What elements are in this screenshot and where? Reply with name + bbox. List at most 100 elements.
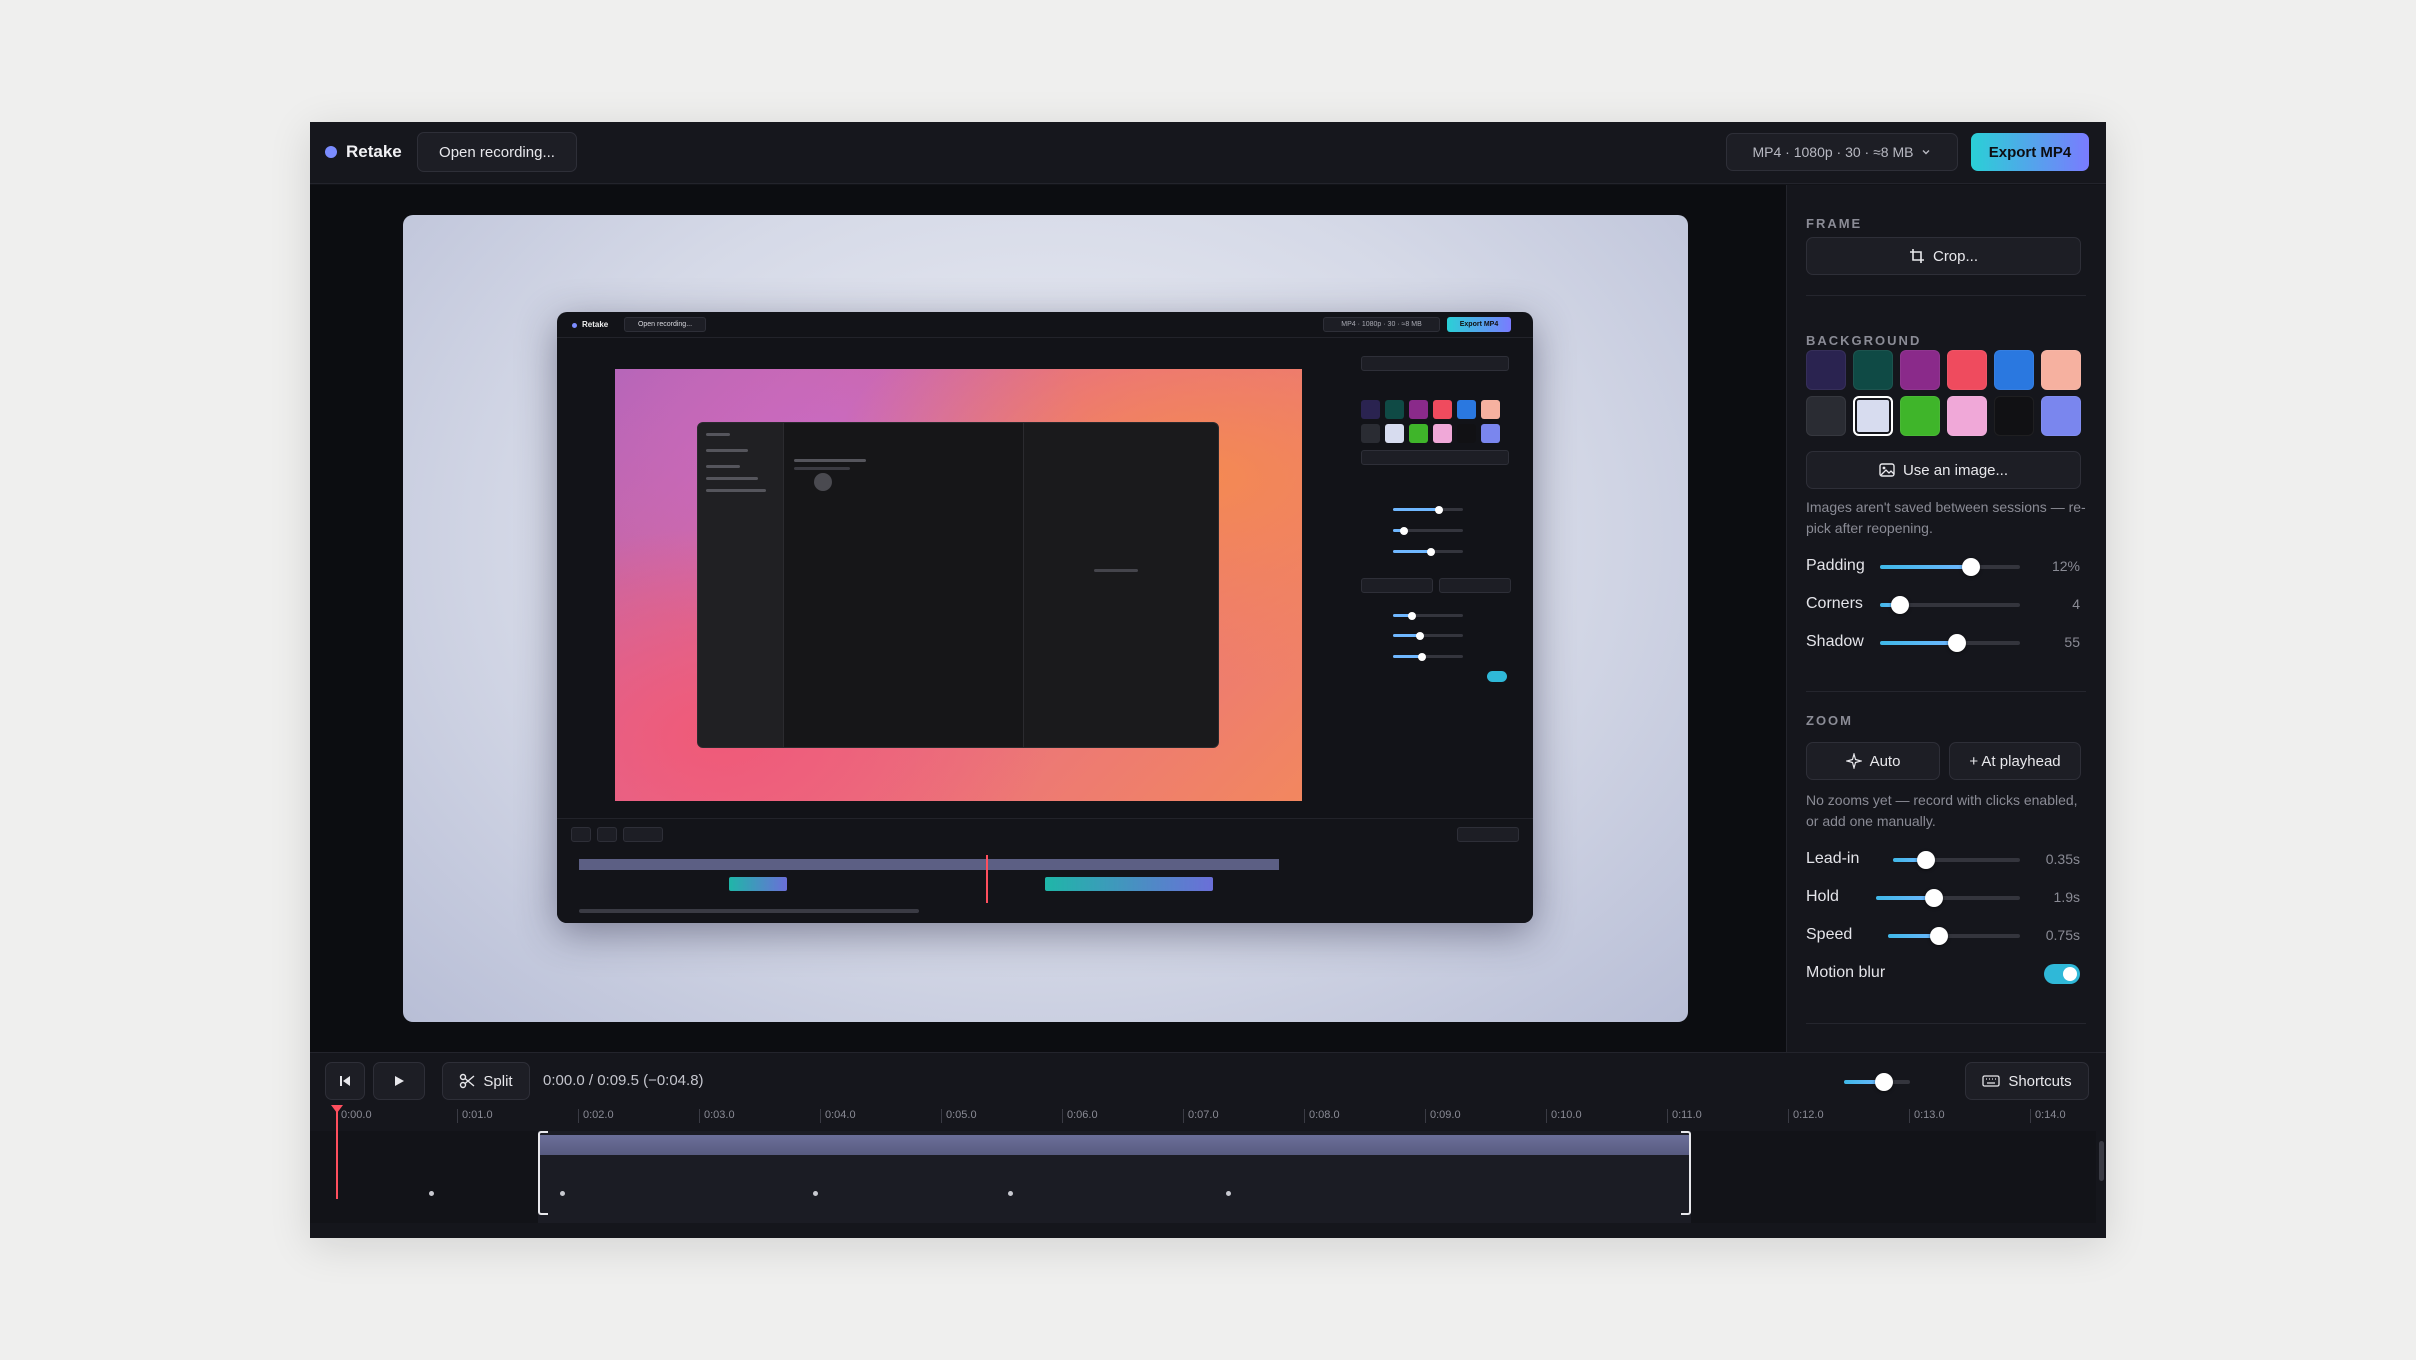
preview-split-button <box>623 827 663 842</box>
lead-in-value: 0.35s <box>2045 851 2080 867</box>
shadow-slider-fill <box>1880 641 1957 645</box>
speed-slider-knob[interactable] <box>1930 927 1949 945</box>
shortcuts-button[interactable]: Shortcuts <box>1965 1062 2089 1100</box>
preview-line <box>706 433 730 436</box>
preview-swatch <box>1385 424 1404 443</box>
ruler-tick: 0:13.0 <box>1909 1109 1945 1123</box>
preview-swatch <box>1433 424 1452 443</box>
export-mp4-button[interactable]: Export MP4 <box>1971 133 2089 171</box>
background-swatch-magenta[interactable] <box>1900 350 1940 390</box>
ruler-tick: 0:12.0 <box>1788 1109 1824 1123</box>
preview-use-image-button <box>1361 450 1509 465</box>
play-button[interactable] <box>373 1062 425 1100</box>
padding-slider[interactable] <box>1880 558 2020 576</box>
background-swatch-deep-teal[interactable] <box>1853 350 1893 390</box>
auto-zoom-button[interactable]: Auto <box>1806 742 1940 780</box>
preview-slider-knob <box>1416 632 1424 640</box>
preview-at-playhead-button <box>1439 578 1511 593</box>
background-swatch-deep-indigo[interactable] <box>1806 350 1846 390</box>
speed-slider[interactable] <box>1888 927 2020 945</box>
preview-play-button <box>597 827 617 842</box>
padding-slider-knob[interactable] <box>1962 558 1980 576</box>
preview-swatch <box>1457 424 1476 443</box>
export-format-dropdown[interactable]: MP4 · 1080p · 30 · ≈8 MB <box>1726 133 1958 171</box>
preview-slider-fill <box>1393 550 1431 553</box>
background-swatch-blue[interactable] <box>1994 350 2034 390</box>
export-format-label: MP4 · 1080p · 30 · ≈8 MB <box>1752 144 1914 160</box>
timecode: 0:00.0 / 0:09.5 (−0:04.8) <box>543 1072 704 1089</box>
motion-blur-label: Motion blur <box>1806 964 1886 981</box>
lead-in-slider[interactable] <box>1893 851 2020 869</box>
preview-playhead <box>986 855 988 903</box>
timeline-scroll-thumb[interactable] <box>2099 1141 2104 1181</box>
preview-slider-fill <box>1393 655 1421 658</box>
sparkle-icon <box>1845 753 1862 769</box>
timeline-scrollbar[interactable] <box>2096 1131 2106 1238</box>
preview-line <box>794 467 850 470</box>
click-marker <box>1008 1191 1013 1196</box>
preview-app-content <box>784 423 1024 747</box>
image-hint: Images aren't saved between sessions — r… <box>1806 499 2086 536</box>
timeline-zoom-knob[interactable] <box>1874 1073 1893 1091</box>
clip-trim-start-handle[interactable] <box>538 1131 548 1215</box>
open-recording-label: Open recording... <box>439 143 555 161</box>
background-frame: Retake Open recording... MP4 · 1080p · 3… <box>403 215 1688 1022</box>
clip-trim-end-handle[interactable] <box>1681 1131 1691 1215</box>
zoom-section-label: ZOOM <box>1806 713 1853 728</box>
preview-swatch <box>1361 400 1380 419</box>
background-swatch-black[interactable] <box>1994 396 2034 436</box>
time-ruler[interactable]: 0:00.0 0:01.0 0:02.0 0:03.0 0:04.0 0:05.0 0:06… <box>310 1107 2106 1131</box>
ruler-tick: 0:02.0 <box>578 1109 614 1123</box>
split-button[interactable]: Split <box>442 1062 530 1100</box>
preview-swatch <box>1385 400 1404 419</box>
background-swatch-pale-lavender[interactable] <box>1853 396 1893 436</box>
add-zoom-at-playhead-button[interactable]: + At playhead <box>1949 742 2081 780</box>
click-marker <box>560 1191 565 1196</box>
hold-slider[interactable] <box>1876 889 2020 907</box>
settings-panel: FRAME Crop... BACKGROUND Use an image...… <box>1786 185 2106 1052</box>
preview-shortcuts-button <box>1457 827 1519 842</box>
ruler-tick: 0:05.0 <box>941 1109 977 1123</box>
background-swatch-green[interactable] <box>1900 396 1940 436</box>
padding-slider-fill <box>1880 565 1971 569</box>
preview-timeline <box>557 818 1533 923</box>
playhead[interactable] <box>331 1105 343 1199</box>
open-recording-button[interactable]: Open recording... <box>417 132 577 172</box>
ruler-tick: 0:14.0 <box>2030 1109 2066 1123</box>
background-section-label: BACKGROUND <box>1806 333 1922 348</box>
use-image-label: Use an image... <box>1902 461 2009 479</box>
retake-app-window: Retake Open recording... MP4 · 1080p · 3… <box>310 122 2106 1238</box>
use-image-button[interactable]: Use an image... <box>1806 451 2081 489</box>
preview-top-bar: Retake Open recording... MP4 · 1080p · 3… <box>557 312 1533 338</box>
preview-swatch <box>1433 400 1452 419</box>
keyboard-icon <box>1982 1075 2000 1087</box>
motion-blur-toggle[interactable] <box>2044 964 2080 984</box>
ruler-tick: 0:06.0 <box>1062 1109 1098 1123</box>
scissors-icon <box>459 1073 475 1089</box>
clip-waveform-bar <box>538 1135 1691 1155</box>
hold-slider-knob[interactable] <box>1924 889 1943 907</box>
background-swatch-peach[interactable] <box>2041 350 2081 390</box>
corners-slider[interactable] <box>1880 596 2020 614</box>
shadow-slider[interactable] <box>1880 634 2020 652</box>
ruler-tick: 0:07.0 <box>1183 1109 1219 1123</box>
preview-swatch <box>1361 424 1380 443</box>
timeline-zoom-slider[interactable] <box>1844 1073 1910 1091</box>
track-area[interactable] <box>310 1131 2106 1238</box>
crop-button[interactable]: Crop... <box>1806 237 2081 275</box>
background-swatch-charcoal[interactable] <box>1806 396 1846 436</box>
shadow-slider-knob[interactable] <box>1948 634 1966 652</box>
preview-slider-knob <box>1427 548 1435 556</box>
lead-in-slider-knob[interactable] <box>1917 851 1936 869</box>
ruler-tick: 0:01.0 <box>457 1109 493 1123</box>
corners-slider-knob[interactable] <box>1890 596 1909 614</box>
padding-value: 12% <box>2051 558 2080 574</box>
background-swatch-periwinkle[interactable] <box>2041 396 2081 436</box>
background-swatch-coral[interactable] <box>1947 350 1987 390</box>
hold-label: Hold <box>1806 888 1839 905</box>
skip-to-start-button[interactable] <box>325 1062 365 1100</box>
ruler-tick: 0:04.0 <box>820 1109 856 1123</box>
background-swatch-pink-pastel[interactable] <box>1947 396 1987 436</box>
crop-label: Crop... <box>1932 247 1978 265</box>
preview-line <box>794 459 866 462</box>
